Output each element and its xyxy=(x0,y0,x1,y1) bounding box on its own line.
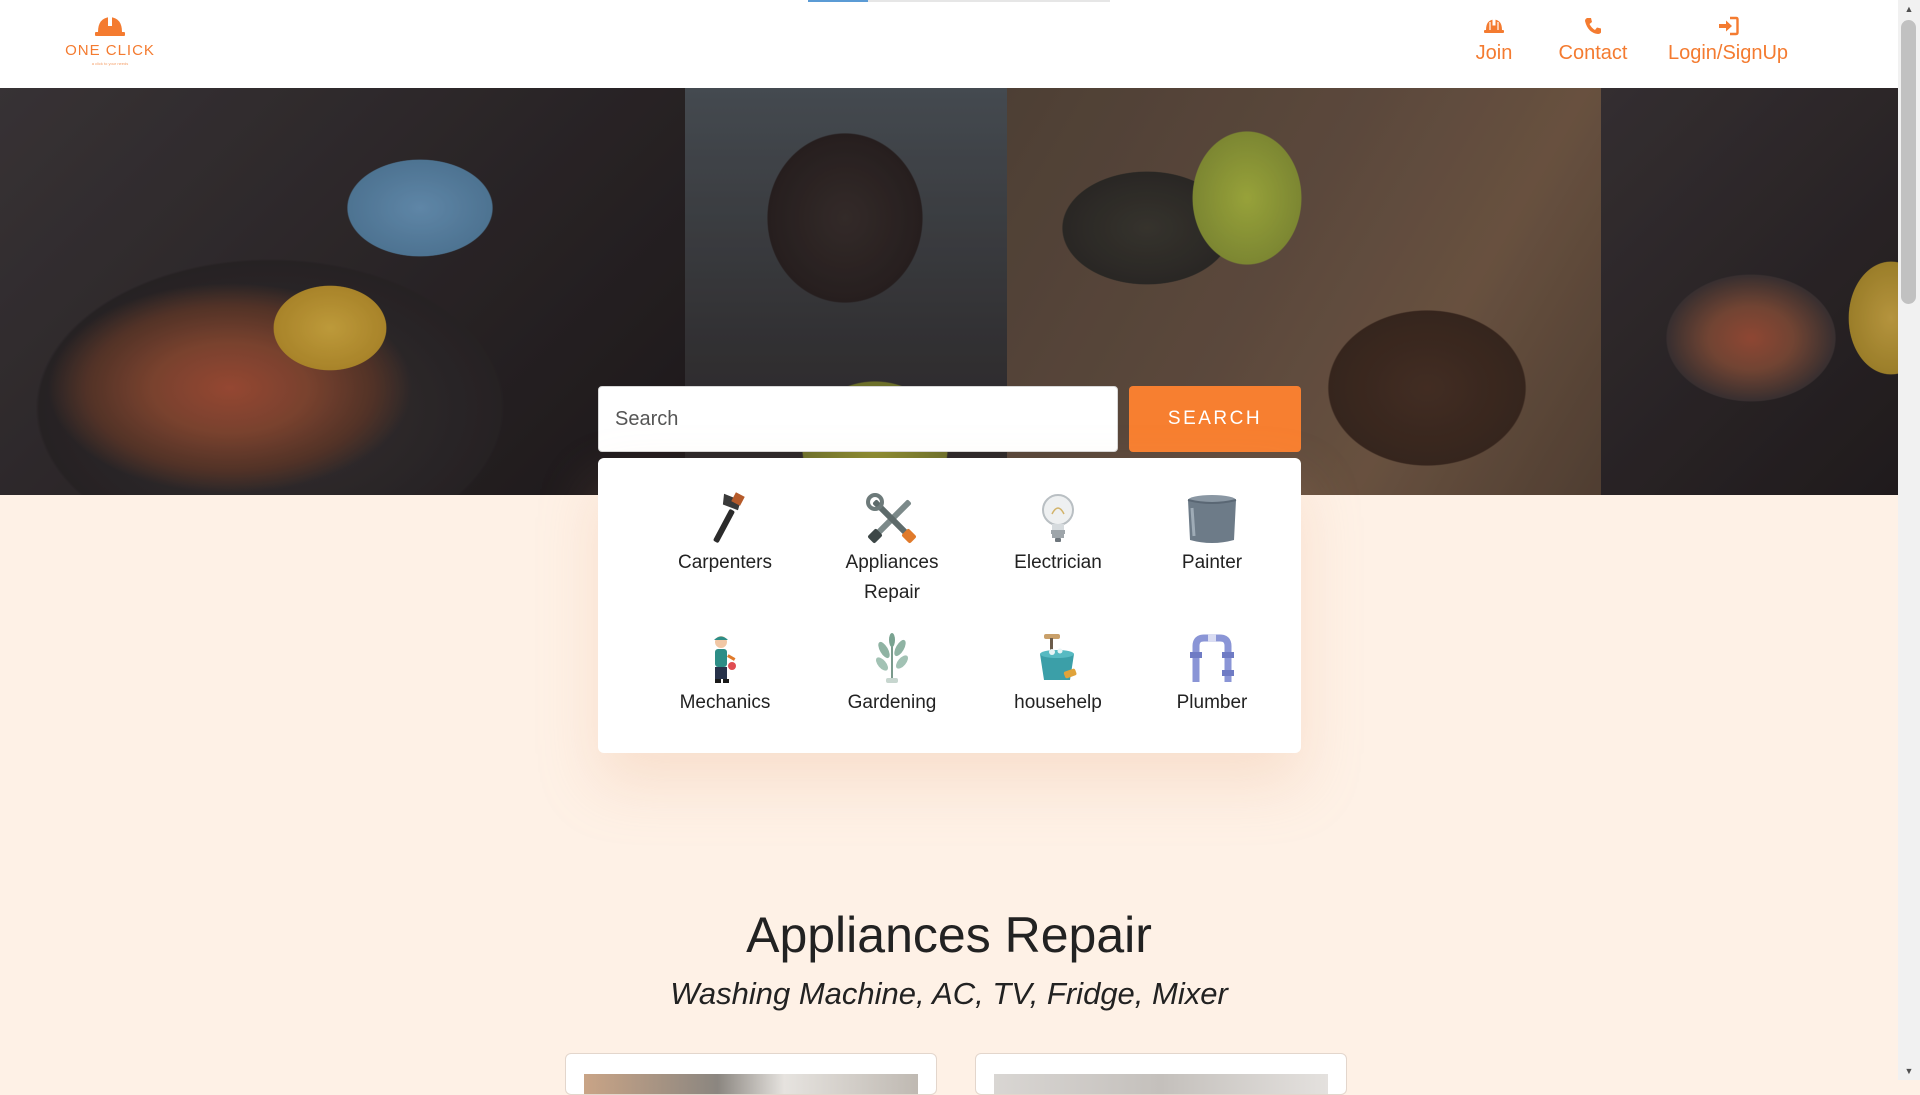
service-card[interactable] xyxy=(565,1053,937,1095)
category-label: Painter xyxy=(1181,552,1243,573)
pipe-icon xyxy=(1190,634,1234,682)
hard-hat-logo-icon xyxy=(95,14,125,36)
category-label: Gardening xyxy=(847,692,937,713)
service-card-image xyxy=(584,1074,918,1094)
search-button[interactable]: SEARCH xyxy=(1129,386,1301,452)
nav-join-label: Join xyxy=(1475,42,1513,64)
category-plumber[interactable]: Plumber xyxy=(1137,632,1287,718)
nav-join[interactable]: Join xyxy=(1464,16,1524,65)
mechanic-icon xyxy=(714,636,736,683)
sign-in-icon xyxy=(1719,16,1739,36)
lightbulb-icon xyxy=(1042,494,1074,542)
category-appliances-repair[interactable]: Appliances Repair xyxy=(817,492,967,608)
category-label: Mechanics xyxy=(679,692,771,713)
paint-bucket-icon xyxy=(1187,495,1237,543)
hammer-icon xyxy=(713,492,745,543)
category-label: Appliances Repair xyxy=(845,552,939,603)
plant-icon xyxy=(876,633,908,683)
category-mechanics[interactable]: Mechanics xyxy=(650,632,800,718)
category-carpenters[interactable]: Carpenters xyxy=(650,492,800,578)
scroll-thumb[interactable] xyxy=(1901,20,1916,304)
scroll-up-arrow-icon[interactable]: ▲ xyxy=(1898,0,1920,18)
search-input[interactable] xyxy=(598,386,1118,452)
cleaning-bucket-icon xyxy=(1040,634,1077,680)
category-label: Carpenters xyxy=(678,552,772,573)
category-electrician[interactable]: Electrician xyxy=(983,492,1133,578)
brand-tagline: a click to your needs xyxy=(91,61,129,66)
section-title: Appliances Repair xyxy=(746,907,1152,963)
nav-contact[interactable]: Contact xyxy=(1548,16,1638,65)
hard-hat-icon xyxy=(1484,17,1504,33)
service-card-image xyxy=(994,1074,1328,1094)
category-dropdown: Carpenters Appliances Repair Electrician xyxy=(598,458,1301,753)
brand-logo[interactable]: ONE CLICK a click to your needs xyxy=(60,12,160,72)
page-scrollbar[interactable]: ▲ ▼ xyxy=(1898,0,1920,1080)
top-header: ONE CLICK a click to your needs Join Con… xyxy=(0,0,1898,88)
page-loading-bar xyxy=(808,0,1110,2)
category-label: Electrician xyxy=(1014,552,1102,573)
category-label: Plumber xyxy=(1176,692,1248,713)
nav-login-signup-label: Login/SignUp xyxy=(1667,42,1789,64)
phone-icon xyxy=(1585,18,1601,34)
category-househelp[interactable]: househelp xyxy=(983,632,1133,718)
section-subtitle: Washing Machine, AC, TV, Fridge, Mixer xyxy=(670,976,1228,1011)
category-painter[interactable]: Painter xyxy=(1137,492,1287,578)
brand-name: ONE CLICK xyxy=(65,42,155,59)
nav-contact-label: Contact xyxy=(1558,42,1628,64)
category-label: househelp xyxy=(1014,692,1102,713)
tools-icon xyxy=(866,493,916,543)
category-gardening[interactable]: Gardening xyxy=(817,632,967,718)
scroll-down-arrow-icon[interactable]: ▼ xyxy=(1898,1062,1920,1080)
nav-login-signup[interactable]: Login/SignUp xyxy=(1658,16,1798,65)
service-card[interactable] xyxy=(975,1053,1347,1095)
